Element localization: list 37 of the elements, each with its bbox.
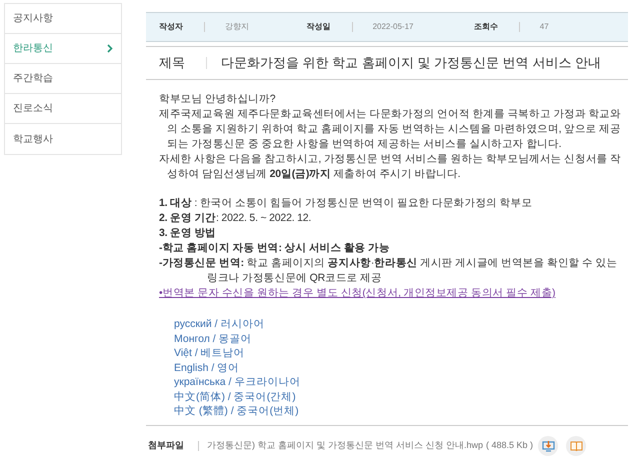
language-link[interactable]: Việt / 베트남어: [174, 346, 245, 360]
body-text: 1. 대상 : 한국어 소통이 힘들어 가정통신문 번역이 필요한 다문화가정의 학부모: [159, 196, 534, 211]
body-text: 3. 운영 방법: [159, 226, 217, 241]
application-link[interactable]: •번역본 문자 수신을 원하는 경우 별도 신청(신청서, 개인정보제공 동의서 필수 제출): [159, 287, 556, 299]
body-text: 2. 운영 기간: 2022. 5. ~ 2022. 12.: [159, 211, 312, 226]
meta-label: 조회수: [474, 21, 499, 33]
download-icon: [542, 440, 555, 452]
language-link[interactable]: русский / 러시아어: [174, 317, 264, 332]
sidebar-item[interactable]: 학교행사: [5, 124, 121, 154]
meta-value: 2022-05-17: [372, 21, 414, 33]
subject-title: 다문화가정을 위한 학교 홈페이지 및 가정통신문 번역 서비스 안내: [221, 54, 601, 72]
sidebar-item[interactable]: 공지사항: [5, 4, 121, 34]
meta-label: 작성일: [306, 21, 332, 33]
body-text: 자세한 사항은 다음을 참고하시고, 가정통신문 번역 서비스를 원하는 학부모님께서는 신청서를 작성하여 담임선생님께 20일(금)까지 제출하여 주시기 바랍니다.: [159, 152, 622, 182]
attachment-link[interactable]: 가정통신문) 학교 홈페이지 및 가정통신문 번역 서비스 신청 안내.hwp: [207, 438, 484, 452]
body-text: -가정통신문 번역: 학교 홈페이지의 공지사항·한라통신 게시판 게시글에 번역본을 확인할 수 있는 링크나 가정통신문에 QR코드로 제공: [159, 256, 618, 286]
body-text: 제주국제교육원 제주다문화교육센터에서는 다문화가정의 언어적 한계를 극복하고 가정과 학교와의 소통을 지원하기 위하여 학교 홈페이지를 자동 번역하는 시스템을 마련하였으며, 앞으로 제공되는 가정통신문 중 중요한 사항을 번역하여 제공하는 서비스를 실시하고자 합니다.: [159, 107, 622, 152]
sidebar-item[interactable]: 진로소식: [5, 94, 121, 124]
book-icon: [570, 440, 583, 451]
language-link[interactable]: English / 영어: [174, 360, 240, 375]
download-button[interactable]: [538, 436, 558, 456]
language-link[interactable]: 中文 (繁體) / 중국어(번체): [174, 404, 299, 418]
body-text: -학교 홈페이지 자동 번역: 상시 서비스 활용 가능: [159, 241, 391, 256]
sidebar-item[interactable]: 한라통신: [5, 34, 121, 64]
language-link[interactable]: Монгол / 몽골어: [174, 332, 252, 346]
chevron-right-icon: [107, 44, 113, 53]
meta-value: 강향지: [225, 21, 249, 33]
preview-button[interactable]: [566, 436, 586, 456]
meta-value: 47: [540, 21, 549, 33]
file-size: ( 488.5 Kb ): [486, 438, 534, 452]
body-text: 학부모님 안녕하십니까?: [159, 92, 276, 107]
attachment-label: 첨부파일: [148, 438, 185, 452]
language-link[interactable]: 中文(简体) / 중국어(간체): [174, 390, 296, 404]
subject-label: 제목: [158, 54, 186, 72]
sidebar-item[interactable]: 주간학습: [5, 64, 121, 94]
language-link[interactable]: українська / 우크라이나어: [174, 375, 300, 390]
meta-label: 작성자: [159, 21, 184, 33]
